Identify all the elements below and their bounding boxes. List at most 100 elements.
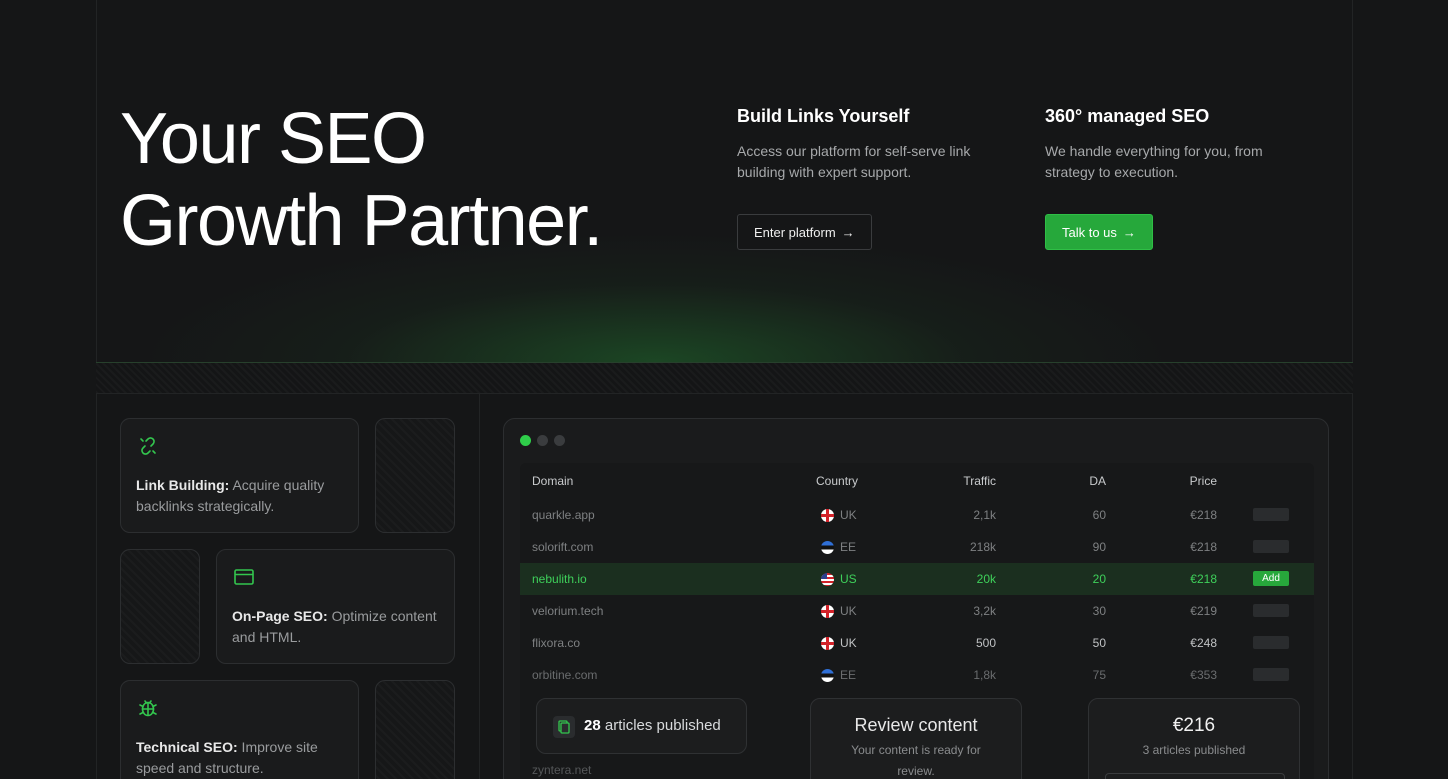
table-row-selected[interactable]: nebulith.io US 20k 20 €218 Add — [520, 563, 1314, 595]
review-content-card[interactable]: Review content Your content is ready for… — [810, 698, 1022, 779]
add-button[interactable] — [1253, 668, 1289, 681]
arrow-right-icon: → — [841, 224, 855, 240]
offer-self-serve: Build Links Yourself Access our platform… — [737, 106, 1017, 183]
row-country: UK — [840, 508, 857, 522]
row-domain: nebulith.io — [532, 572, 587, 586]
row-traffic: 1,8k — [973, 668, 996, 682]
service-card-link-building: Link Building: Acquire quality backlinks… — [120, 418, 359, 533]
bug-icon — [139, 700, 157, 717]
articles-published-card: 28 articles published — [536, 698, 747, 754]
decorative-card — [120, 549, 200, 664]
row-price: €218 — [1190, 572, 1217, 586]
row-country: UK — [840, 604, 857, 618]
row-price: €218 — [1190, 540, 1217, 554]
row-da: 60 — [1092, 508, 1106, 522]
price-summary-card: €216 3 articles published — [1088, 698, 1300, 779]
window-dot-active[interactable] — [520, 435, 531, 446]
row-traffic: 500 — [975, 636, 996, 650]
service-text: On-Page SEO: Optimize content and HTML. — [232, 606, 439, 648]
us-flag-icon — [821, 573, 834, 586]
review-description: Your content is ready for review. — [851, 743, 981, 778]
row-da: 90 — [1092, 540, 1106, 554]
add-button[interactable] — [1253, 604, 1289, 617]
row-traffic: 218k — [969, 540, 996, 554]
offer-title: 360° managed SEO — [1045, 106, 1210, 126]
row-domain: flixora.co — [532, 636, 581, 650]
link-icon — [140, 437, 156, 455]
table-row[interactable]: flixora.co UK 500 50 €248 — [520, 627, 1314, 659]
document-icon — [553, 716, 575, 738]
row-da: 50 — [1092, 636, 1106, 650]
uk-flag-icon — [821, 605, 834, 618]
service-name: Link Building: — [136, 477, 230, 493]
price-value: €216 — [1172, 715, 1216, 736]
row-price: €353 — [1190, 668, 1217, 682]
row-country: EE — [840, 668, 857, 682]
button-label: Talk to us — [1062, 224, 1117, 240]
header-price[interactable]: Price — [1140, 463, 1217, 499]
arrow-right-icon: → — [1122, 224, 1136, 240]
hatched-divider — [96, 362, 1353, 394]
enter-platform-button[interactable]: Enter platform → — [737, 214, 872, 250]
review-title: Review content — [854, 715, 978, 735]
row-domain: quarkle.app — [532, 508, 595, 522]
window-dot[interactable] — [537, 435, 548, 446]
header-traffic[interactable]: Traffic — [900, 463, 996, 499]
table-row[interactable]: solorift.com EE 218k 90 €218 — [520, 531, 1314, 563]
uk-flag-icon — [821, 637, 834, 650]
row-traffic: 3,2k — [973, 604, 996, 618]
section-divider — [479, 394, 480, 779]
add-button[interactable] — [1253, 636, 1289, 649]
row-country: EE — [840, 540, 857, 554]
table-row[interactable]: orbitine.com EE 1,8k 75 €353 — [520, 659, 1314, 691]
service-card-on-page-seo: On-Page SEO: Optimize content and HTML. — [216, 549, 455, 664]
row-price: €248 — [1190, 636, 1217, 650]
talk-to-us-button[interactable]: Talk to us → — [1045, 214, 1153, 250]
add-button[interactable]: Add — [1253, 571, 1289, 586]
table-row[interactable]: velorium.tech UK 3,2k 30 €219 — [520, 595, 1314, 627]
window-controls — [520, 435, 565, 446]
table-header: Domain Country Traffic DA Price — [520, 463, 1314, 499]
offer-description: Access our platform for self-serve link … — [737, 143, 971, 180]
row-traffic: 2,1k — [973, 508, 996, 522]
hero-title: Your SEO Growth Partner. — [120, 98, 603, 262]
decorative-card — [375, 418, 455, 533]
hero-title-line2: Growth Partner. — [120, 181, 603, 261]
row-country: US — [840, 572, 857, 586]
header-domain[interactable]: Domain — [532, 463, 573, 499]
articles-label: 28 articles published — [584, 717, 721, 734]
ee-flag-icon — [821, 669, 834, 682]
row-domain: solorift.com — [532, 540, 594, 554]
row-traffic: 20k — [976, 572, 996, 586]
add-button[interactable] — [1253, 508, 1289, 521]
page: Your SEO Growth Partner. Build Links You… — [0, 0, 1448, 779]
service-name: On-Page SEO: — [232, 608, 328, 624]
row-da: 30 — [1092, 604, 1106, 618]
uk-flag-icon — [821, 509, 834, 522]
hero-title-line1: Your SEO — [120, 99, 427, 179]
row-domain: velorium.tech — [532, 604, 604, 618]
service-name: Technical SEO: — [136, 739, 238, 755]
service-card-technical-seo: Technical SEO: Improve site speed and st… — [120, 680, 359, 779]
articles-text: articles published — [600, 717, 721, 734]
window-dot[interactable] — [554, 435, 565, 446]
row-country: UK — [840, 636, 857, 650]
header-country[interactable]: Country — [816, 463, 858, 499]
add-button[interactable] — [1253, 540, 1289, 553]
offer-managed: 360° managed SEO We handle everything fo… — [1045, 106, 1305, 183]
button-label: Enter platform — [754, 224, 836, 240]
header-da[interactable]: DA — [1060, 463, 1106, 499]
service-text: Link Building: Acquire quality backlinks… — [136, 475, 343, 517]
row-price: €218 — [1190, 508, 1217, 522]
table-row[interactable]: quarkle.app UK 2,1k 60 €218 — [520, 499, 1314, 531]
offer-description: We handle everything for you, from strat… — [1045, 143, 1263, 180]
row-domain-faded: zyntera.net — [532, 763, 592, 777]
offer-title: Build Links Yourself — [737, 106, 910, 126]
service-text: Technical SEO: Improve site speed and st… — [136, 737, 343, 779]
row-price: €219 — [1190, 604, 1217, 618]
browser-window-icon — [234, 569, 254, 585]
decorative-card — [375, 680, 455, 779]
checkout-button[interactable] — [1105, 773, 1285, 779]
row-da: 75 — [1092, 668, 1106, 682]
row-da: 20 — [1092, 572, 1106, 586]
